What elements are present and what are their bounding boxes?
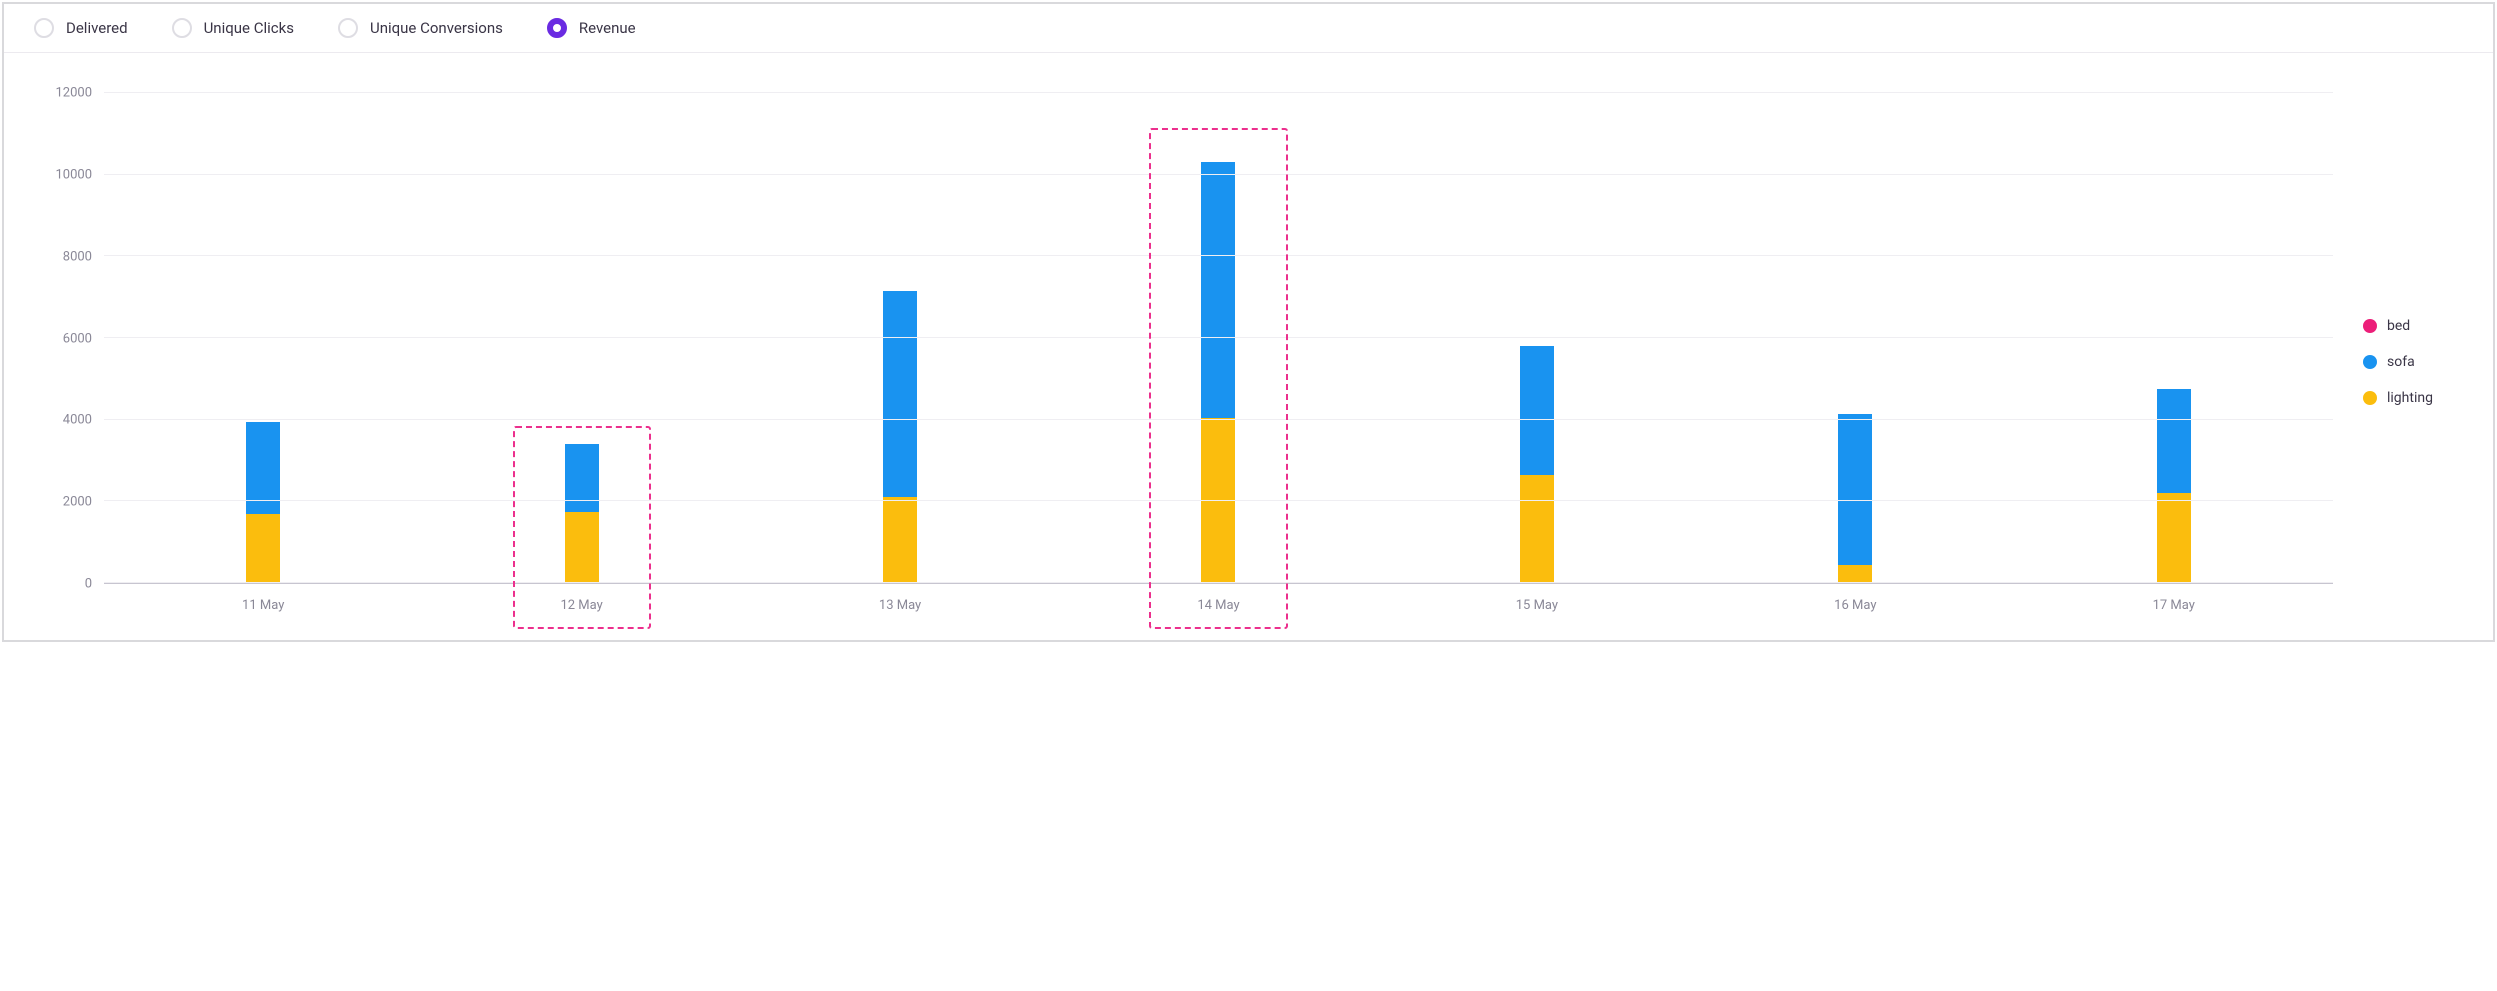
y-tick-label: 0 xyxy=(85,577,92,592)
plot xyxy=(104,93,2333,584)
grid-line xyxy=(104,582,2333,583)
bar-segment-lighting xyxy=(246,514,280,583)
legend-item-bed[interactable]: bed xyxy=(2363,318,2483,334)
y-tick-label: 2000 xyxy=(63,495,92,510)
bar-slot xyxy=(422,93,740,583)
legend-swatch-icon xyxy=(2363,355,2377,369)
x-tick-label: 16 May xyxy=(1696,584,2014,630)
stacked-bar[interactable] xyxy=(1201,93,1235,583)
radio-icon xyxy=(338,18,358,38)
bar-slot xyxy=(741,93,1059,583)
grid-line xyxy=(104,337,2333,338)
bar-segment-lighting xyxy=(1838,565,1872,583)
bar-segment-sofa xyxy=(565,444,599,511)
stacked-bar[interactable] xyxy=(1520,93,1554,583)
bar-segment-lighting xyxy=(565,512,599,583)
stacked-bar[interactable] xyxy=(565,93,599,583)
radio-icon xyxy=(172,18,192,38)
metric-tab-label: Revenue xyxy=(579,19,636,37)
bar-slot xyxy=(2015,93,2333,583)
radio-icon xyxy=(547,18,567,38)
chart-area: 0 2000 4000 6000 8000 10000 12000 11 May12 May… xyxy=(4,53,2493,640)
legend-item-sofa[interactable]: sofa xyxy=(2363,354,2483,370)
stacked-bar[interactable] xyxy=(246,93,280,583)
bar-segment-sofa xyxy=(1838,414,1872,565)
bar-slot xyxy=(1378,93,1696,583)
grid-line xyxy=(104,174,2333,175)
y-tick-label: 8000 xyxy=(63,249,92,264)
plot-column: 11 May12 May13 May14 May15 May16 May17 M… xyxy=(104,93,2333,630)
legend-swatch-icon xyxy=(2363,391,2377,405)
legend-swatch-icon xyxy=(2363,319,2377,333)
metric-tab-revenue[interactable]: Revenue xyxy=(547,18,636,38)
metric-tab-label: Unique Clicks xyxy=(204,19,294,37)
bar-segment-lighting xyxy=(2157,493,2191,583)
metric-tab-label: Unique Conversions xyxy=(370,19,503,37)
bar-segment-lighting xyxy=(1520,475,1554,583)
x-tick-label: 14 May xyxy=(1059,584,1377,630)
bar-segment-lighting xyxy=(883,497,917,583)
bars-layer xyxy=(104,93,2333,583)
grid-line xyxy=(104,255,2333,256)
legend-label: bed xyxy=(2387,318,2410,334)
metric-tab-unique-conversions[interactable]: Unique Conversions xyxy=(338,18,503,38)
x-tick-label: 11 May xyxy=(104,584,422,630)
grid-line xyxy=(104,500,2333,501)
x-axis: 11 May12 May13 May14 May15 May16 May17 M… xyxy=(104,584,2333,630)
legend-item-lighting[interactable]: lighting xyxy=(2363,390,2483,406)
bar-slot xyxy=(104,93,422,583)
grid-line xyxy=(104,92,2333,93)
legend: bed sofa lighting xyxy=(2333,93,2483,630)
legend-label: sofa xyxy=(2387,354,2415,370)
y-tick-label: 10000 xyxy=(55,167,92,182)
y-tick-label: 12000 xyxy=(55,86,92,101)
x-tick-label: 13 May xyxy=(741,584,1059,630)
grid-line xyxy=(104,419,2333,420)
x-tick-label: 15 May xyxy=(1378,584,1696,630)
bar-segment-sofa xyxy=(2157,389,2191,493)
metric-tab-unique-clicks[interactable]: Unique Clicks xyxy=(172,18,294,38)
metric-tab-delivered[interactable]: Delivered xyxy=(34,18,128,38)
y-tick-label: 4000 xyxy=(63,413,92,428)
bar-segment-sofa xyxy=(1201,162,1235,417)
stacked-bar[interactable] xyxy=(2157,93,2191,583)
stacked-bar[interactable] xyxy=(1838,93,1872,583)
y-axis: 020004000600080001000012000 xyxy=(14,93,104,630)
bar-segment-sofa xyxy=(883,291,917,497)
analytics-panel: Delivered Unique Clicks Unique Conversions… xyxy=(2,2,2495,642)
bar-segment-sofa xyxy=(1520,346,1554,475)
bar-slot xyxy=(1696,93,2014,583)
legend-label: lighting xyxy=(2387,390,2433,406)
x-tick-label: 12 May xyxy=(422,584,740,630)
metric-tab-label: Delivered xyxy=(66,19,128,37)
metric-tabs: Delivered Unique Clicks Unique Conversions… xyxy=(4,4,2493,53)
y-tick-label: 6000 xyxy=(63,331,92,346)
bar-slot xyxy=(1059,93,1377,583)
x-tick-label: 17 May xyxy=(2015,584,2333,630)
stacked-bar[interactable] xyxy=(883,93,917,583)
radio-icon xyxy=(34,18,54,38)
